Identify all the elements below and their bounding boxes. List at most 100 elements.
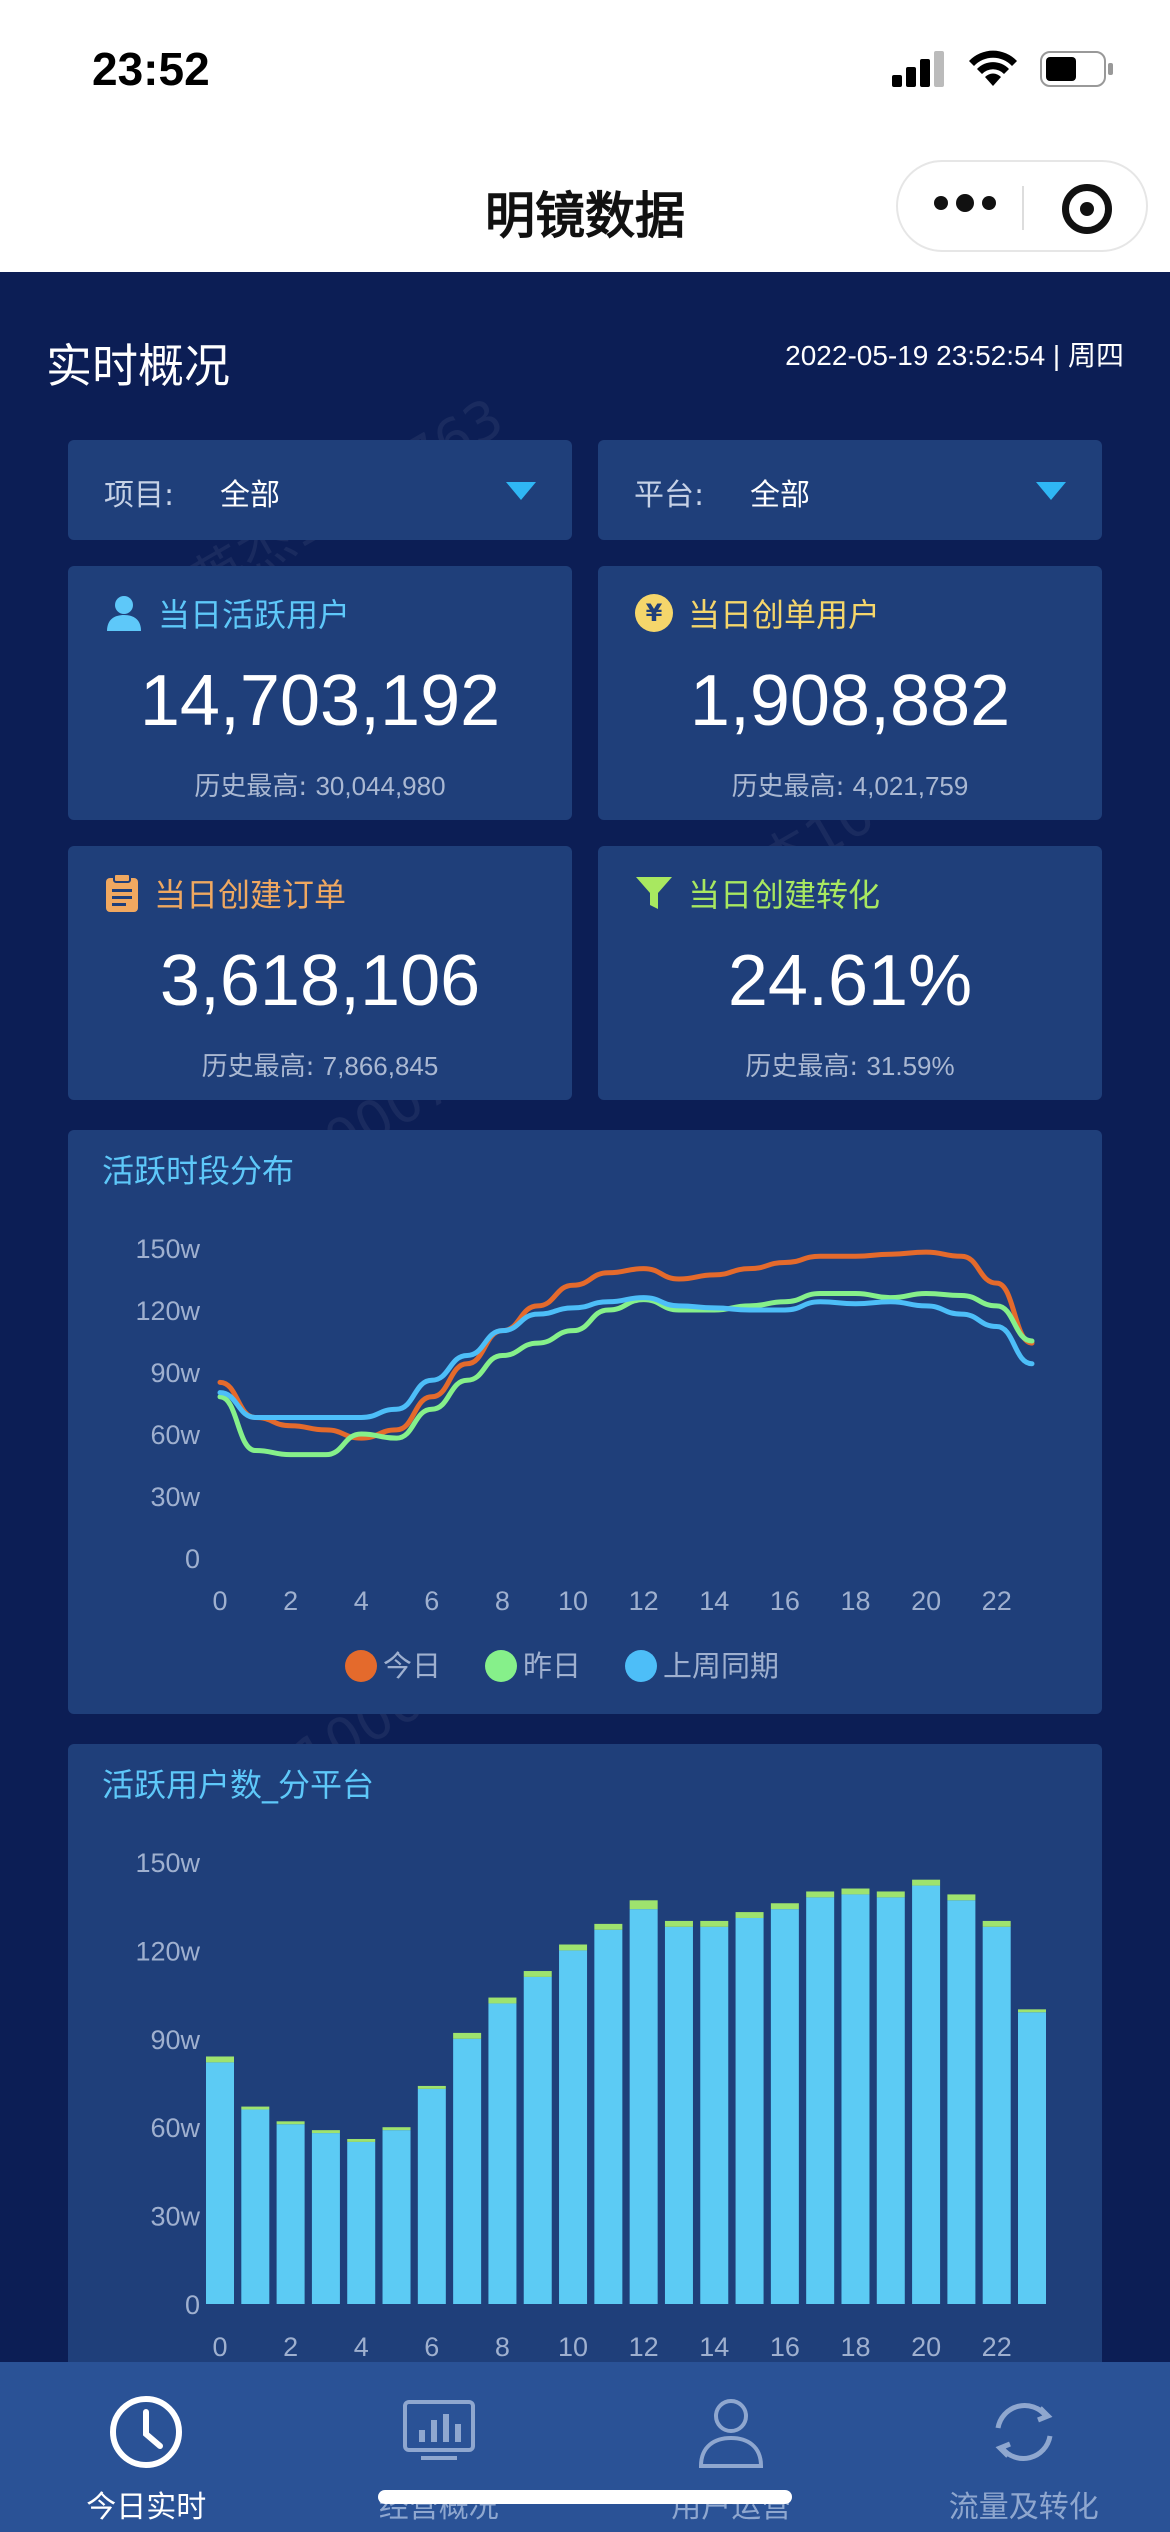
bar — [806, 1891, 835, 1898]
y-tick-label: 120w — [135, 1936, 200, 1966]
legend-marker — [345, 1650, 377, 1682]
y-tick-label: 60w — [150, 1420, 200, 1450]
section-title: 实时概况 — [46, 339, 230, 393]
history-label: 历史最高: — [201, 1052, 315, 1082]
history-value: 7,866,845 — [322, 1051, 439, 1081]
funnel-icon — [636, 877, 672, 909]
history-value: 30,044,980 — [315, 771, 446, 801]
nav-bar: 明镜数据 — [0, 140, 1170, 272]
close-target-icon[interactable] — [1062, 184, 1112, 234]
x-tick-label: 10 — [558, 1586, 588, 1616]
select-value: 全部 — [220, 478, 280, 513]
y-tick-label: 90w — [150, 2025, 200, 2055]
bar — [311, 2130, 340, 2134]
bar — [1018, 2009, 1046, 2013]
bar — [947, 1900, 976, 2304]
bar — [276, 2124, 305, 2304]
card-title: 当日创建转化 — [688, 876, 881, 914]
x-tick-label: 18 — [840, 2332, 870, 2362]
bar — [453, 2038, 482, 2304]
bar — [523, 1971, 552, 1977]
bar — [629, 1900, 658, 1910]
bar — [382, 2130, 411, 2304]
x-tick-label: 18 — [840, 1586, 870, 1616]
tab-label: 今日实时 — [86, 2490, 207, 2525]
tab-user-operations[interactable]: 用户运营 — [585, 2362, 878, 2532]
more-icon[interactable] — [934, 194, 996, 212]
y-tick-label: 150w — [135, 1848, 200, 1878]
bar — [700, 1926, 729, 2304]
bar — [982, 1920, 1011, 1927]
user-icon — [107, 596, 141, 631]
x-tick-label: 0 — [212, 1586, 227, 1616]
bar — [206, 2056, 234, 2063]
select-label: 项目: — [104, 478, 175, 513]
series-line — [217, 1295, 1035, 1420]
x-tick-label: 14 — [699, 2332, 729, 2362]
x-tick-label: 16 — [770, 1586, 800, 1616]
yen-icon: ¥ — [635, 594, 673, 632]
bar — [453, 2032, 482, 2039]
series-line — [217, 1249, 1035, 1441]
card-history: 历史最高: 7,866,845 — [68, 1046, 572, 1083]
y-tick-label: 90w — [150, 1358, 200, 1388]
x-tick-label: 8 — [495, 2332, 510, 2362]
x-tick-label: 22 — [982, 2332, 1012, 2362]
bar — [311, 2133, 340, 2304]
bar — [347, 2141, 376, 2304]
card-title: 当日创建订单 — [154, 876, 347, 914]
tab-business-overview[interactable]: 经营概况 — [293, 2362, 586, 2532]
history-value: 31.59% — [866, 1051, 955, 1081]
x-tick-label: 22 — [982, 1586, 1012, 1616]
history-label: 历史最高: — [731, 772, 845, 802]
bar-chart-panel: 0 30w 60w 90w 120w 150w 0 2 4 6 8 10 12 14 16 18 20 22 活跃… — [68, 1744, 1102, 2384]
select-value: 全部 — [750, 478, 810, 513]
card-title: 当日活跃用户 — [158, 596, 351, 634]
platform-select[interactable]: 平台: 全部 — [598, 440, 1102, 540]
clipboard-icon — [106, 873, 138, 912]
bar — [594, 1929, 623, 2304]
project-select[interactable]: 项目: 全部 — [68, 440, 572, 540]
tab-today-realtime[interactable]: 今日实时 — [0, 2362, 293, 2532]
x-tick-label: 2 — [283, 2332, 298, 2362]
bar — [347, 2138, 376, 2142]
x-tick-label: 12 — [629, 2332, 659, 2362]
card-daily-order-users: ¥ 当日创单用户 1,908,882 历史最高: 4,021,759 — [598, 566, 1102, 820]
home-indicator — [378, 2490, 792, 2504]
x-tick-label: 20 — [911, 2332, 941, 2362]
x-tick-label: 12 — [629, 1586, 659, 1616]
card-history: 历史最高: 4,021,759 — [598, 766, 1102, 803]
tab-bar: 今日实时 经营概况 用户运营 流量及转化 — [0, 2362, 1170, 2532]
y-tick-label: 120w — [135, 1296, 200, 1326]
tab-label: 经营概况 — [378, 2490, 499, 2525]
line-chart-panel: 0 30w 60w 90w 120w 150w 0 2 4 6 8 10 12 14 16 18 20 22 今日 昨… — [68, 1130, 1102, 1714]
miniprogram-capsule — [896, 160, 1148, 252]
y-tick-label: 0 — [185, 1544, 200, 1574]
bar — [206, 2062, 234, 2304]
clock-icon — [110, 2396, 183, 2468]
bar — [276, 2121, 305, 2125]
bar — [770, 1909, 799, 2304]
bar — [488, 2003, 517, 2304]
legend-label: 今日 — [383, 1649, 441, 1683]
bar — [947, 1894, 976, 1901]
bar-chart: 0 30w 60w 90w 120w 150w 0 2 4 6 8 10 12 14 16 18 20 22 — [135, 1848, 1046, 2362]
bar — [664, 1926, 693, 2304]
bar — [488, 1997, 517, 2004]
chart-title: 活跃时段分布 — [102, 1152, 295, 1190]
bar — [876, 1897, 905, 2304]
bar — [594, 1923, 623, 1930]
bar — [770, 1903, 799, 1910]
bar — [241, 2106, 270, 2110]
y-tick-label: 30w — [150, 2202, 200, 2232]
capsule-divider — [1022, 186, 1024, 230]
x-tick-label: 20 — [911, 1586, 941, 1616]
bar — [559, 1944, 588, 1951]
datetime: 2022-05-19 23:52:54 | 周四 — [785, 340, 1124, 371]
bar — [559, 1950, 588, 2304]
status-time: 23:52 — [92, 43, 210, 95]
x-tick-label: 4 — [354, 2332, 369, 2362]
bar — [735, 1912, 764, 1918]
tab-traffic-conversion[interactable]: 流量及转化 — [878, 2362, 1170, 2532]
card-value: 3,618,106 — [159, 941, 481, 1021]
